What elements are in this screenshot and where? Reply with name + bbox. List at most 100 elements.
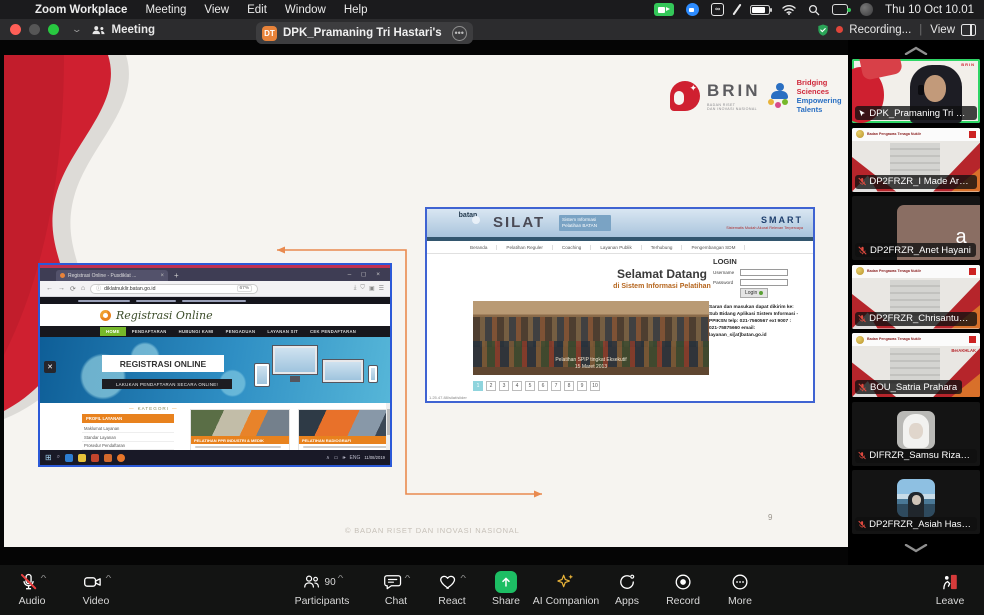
wifi-icon[interactable] [782, 4, 796, 15]
react-chevron[interactable]: ^ [461, 574, 467, 583]
video-button[interactable]: ^ Video [82, 571, 111, 607]
silat-status-url: 1.25.47.88/silat/slider [429, 395, 467, 400]
siri-icon[interactable] [860, 3, 873, 16]
more-label: More [728, 595, 752, 607]
fullscreen-window-button[interactable] [48, 24, 59, 35]
page-dot: 6 [538, 381, 548, 391]
taskbar-firefox-icon [117, 454, 125, 462]
participants-button[interactable]: 90 ^ Participants [295, 571, 350, 607]
pill-more-button[interactable]: ••• [452, 26, 467, 41]
taskbar-app-icon [91, 454, 99, 462]
zoom-app-icon[interactable] [686, 3, 699, 16]
page-dot: 4 [512, 381, 522, 391]
scroll-down-button[interactable] [848, 538, 984, 557]
participant-name: DIFRZR_Samsu Riza Wi... [869, 450, 972, 461]
video-camera-icon [82, 572, 104, 592]
menu-item-app[interactable]: Zoom Workplace [26, 4, 136, 16]
menu-bar-clock[interactable]: Thu 10 Oct 10.01 [885, 4, 974, 16]
laptop-mockup [322, 359, 364, 383]
ai-companion-button[interactable]: AI Companion [533, 571, 600, 607]
sidebar-item: Maklumat Layanan [82, 425, 174, 433]
muted-mic-icon [858, 246, 867, 255]
audio-options-chevron[interactable]: ^ [41, 574, 47, 583]
chat-button[interactable]: ^ Chat [383, 571, 410, 607]
menu-item-view[interactable]: View [195, 4, 238, 16]
sidebar-item: Standar Layanan [82, 433, 174, 441]
share-label: Share [492, 595, 520, 607]
participants-chevron[interactable]: ^ [338, 574, 344, 583]
video-options-chevron[interactable]: ^ [106, 574, 112, 583]
participant-tile[interactable]: DP2FRZR_Asiah Hasanah [852, 470, 980, 534]
silat-nav-item: Beranda [461, 245, 497, 250]
sidebar-item: Prosedur Pendaftaran [82, 442, 174, 450]
security-shield-icon[interactable] [816, 23, 830, 37]
participant-tile[interactable]: BRIN DPK_Pramaning Tri Has... [852, 59, 980, 123]
silat-nav-item: Terhubung [642, 245, 683, 250]
tab-title: Registrasi Online - Pusdiklat ... [68, 273, 157, 279]
creative-cloud-icon[interactable]: ∞ [711, 3, 724, 16]
daftar-button: Daftar [303, 466, 324, 468]
chat-bubble-icon [383, 572, 403, 592]
muted-mic-icon [858, 314, 866, 323]
participant-tile[interactable]: Badan Pengawas Tenaga Nuklir DP2FRZR_Chr… [852, 265, 980, 329]
spotlight-icon [858, 109, 866, 118]
chat-chevron[interactable]: ^ [405, 574, 411, 583]
muted-mic-icon [858, 520, 866, 529]
user-switch-icon[interactable] [832, 4, 848, 15]
nav-item: PENDAFTARAN [126, 329, 173, 334]
username-field [740, 269, 788, 276]
more-button[interactable]: More [728, 571, 752, 607]
recording-dot-icon [836, 26, 843, 33]
taskbar-app-icon [65, 454, 73, 462]
bapeten-header: Badan Pengawas Tenaga Nuklir [867, 132, 921, 136]
menu-item-meeting[interactable]: Meeting [136, 4, 195, 16]
participant-tile[interactable]: a DP2FRZR_Anet Hayani [852, 196, 980, 260]
silat-contact-note: Saran dan masukan dapat dikirim ke: Sub … [709, 305, 801, 340]
scroll-up-button[interactable] [848, 40, 984, 59]
participants-icon [302, 572, 322, 592]
participant-tile[interactable]: Badan Pengawas Tenaga Nuklir BerAKHLAK B… [852, 333, 980, 397]
sidebar-header: PROFIL LAYANAN [82, 414, 174, 423]
zoom-level: 67% [237, 285, 253, 292]
share-button[interactable]: Share [492, 571, 520, 607]
view-layout-icon[interactable] [961, 24, 976, 36]
meeting-people-icon [91, 24, 106, 36]
new-tab-icon: + [174, 271, 179, 280]
macos-menu-bar: Zoom Workplace Meeting View Edit Window … [0, 0, 984, 19]
kategori-label: KATEGORI [126, 406, 181, 411]
url-bar: ⓘ diklatnuklir.batan.go.id 67% [90, 284, 258, 294]
react-button[interactable]: ^ React [438, 571, 465, 607]
camera-badge-icon[interactable] [654, 3, 674, 16]
pen-icon[interactable] [736, 3, 738, 16]
minimize-window-button[interactable] [29, 24, 40, 35]
chevron-down-icon[interactable]: ⌄ [71, 24, 82, 35]
password-label: Password [713, 280, 737, 285]
menu-item-edit[interactable]: Edit [238, 4, 276, 16]
record-button[interactable]: Record [666, 571, 700, 607]
mic-muted-icon [19, 572, 39, 592]
leave-button[interactable]: Leave [936, 571, 965, 607]
battery-icon[interactable] [750, 5, 770, 15]
participants-label: Participants [295, 595, 350, 607]
participant-tile[interactable]: Badan Pengawas Tenaga Nuklir DP2FRZR_I M… [852, 128, 980, 192]
login-button: Login [740, 288, 768, 298]
active-speaker-pill[interactable]: DT DPK_Pramaning Tri Hastari's ••• [256, 22, 473, 44]
photo-caption: Pelatihan SPIP tingkat Eksekutif [473, 357, 709, 364]
back-icon: ← [46, 285, 53, 292]
bapeten-header: Badan Pengawas Tenaga Nuklir [867, 337, 921, 341]
muted-mic-icon [858, 177, 866, 186]
view-button-label[interactable]: View [930, 24, 955, 36]
audio-button[interactable]: ^ Audio [19, 571, 46, 607]
close-window-button[interactable] [10, 24, 21, 35]
menu-item-window[interactable]: Window [276, 4, 335, 16]
apps-button[interactable]: Apps [615, 571, 639, 607]
taskbar-search-icon: ⌕ [57, 454, 60, 461]
participant-tile[interactable]: DIFRZR_Samsu Riza Wi... [852, 402, 980, 466]
menu-item-help[interactable]: Help [335, 4, 377, 16]
apps-icon [617, 572, 637, 592]
page-dot: 2 [486, 381, 496, 391]
search-icon[interactable] [808, 4, 820, 16]
avatar [897, 411, 935, 449]
contact-strip [40, 297, 390, 304]
nav-home: HOME [100, 327, 126, 336]
